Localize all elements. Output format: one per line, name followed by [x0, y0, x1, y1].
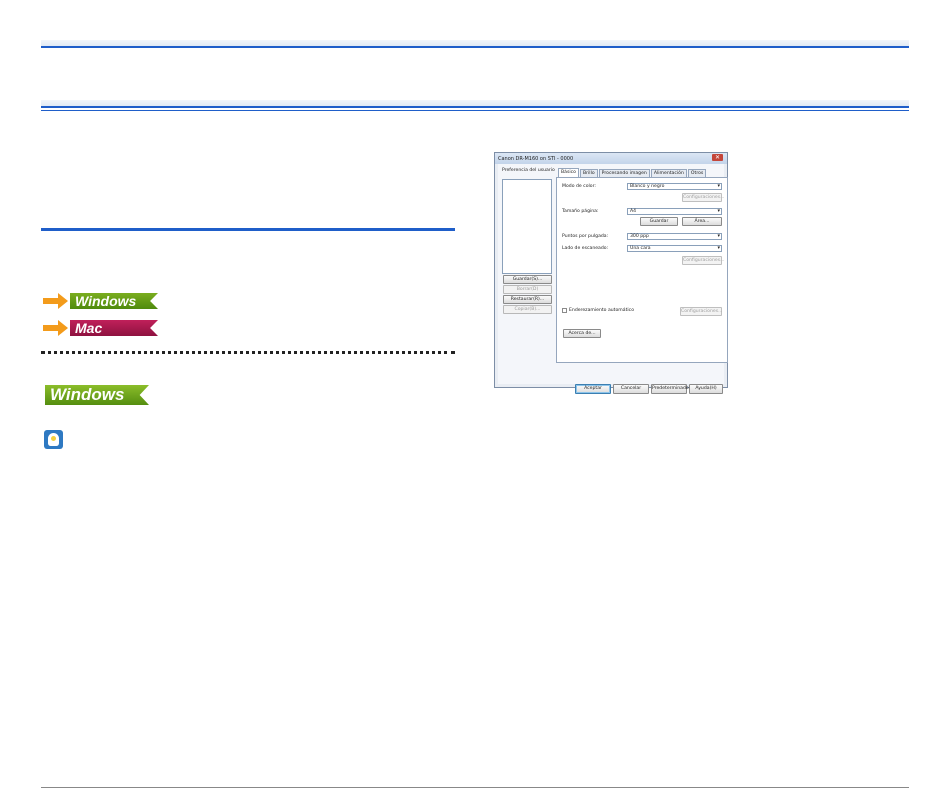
deskew-checkbox[interactable]: [562, 308, 567, 313]
mac-link[interactable]: Mac: [43, 320, 158, 336]
dialog-titlebar: Canon DR-M160 on STI - 0000: [495, 153, 727, 164]
basic-tab-panel: Modo de color: Blanco y negro Configurac…: [556, 177, 728, 363]
preferences-label: Preferencia del usuario: [502, 168, 555, 173]
windows-link[interactable]: Windows: [43, 293, 158, 309]
deskew-label: Enderezamiento automático: [569, 308, 634, 313]
save-preference-button[interactable]: Guardar(S)...: [503, 275, 552, 284]
color-settings-button[interactable]: Configuraciones...: [682, 193, 724, 202]
section-rule: [41, 228, 455, 231]
tab-image-processing[interactable]: Procesando imagen: [598, 169, 650, 177]
ok-button[interactable]: Aceptar: [575, 384, 611, 394]
arrow-right-icon: [43, 293, 69, 309]
tab-bar: Básico Brillo Procesando imagen Alimenta…: [558, 168, 707, 177]
tab-others[interactable]: Otros: [687, 169, 707, 177]
deskew-settings-button[interactable]: Configuraciones...: [680, 307, 722, 316]
cancel-button[interactable]: Cancelar: [613, 384, 649, 394]
title-rule: [41, 106, 909, 108]
dashed-divider: [41, 351, 455, 354]
mac-badge: Mac: [70, 320, 158, 336]
tab-feeding[interactable]: Alimentación: [650, 169, 687, 177]
scan-side-select[interactable]: Una cara: [627, 245, 722, 252]
copy-preference-button[interactable]: Copiar(B)...: [503, 305, 552, 314]
hint-bulb-icon: [44, 430, 63, 449]
delete-preference-button[interactable]: Borrar(D): [503, 285, 552, 294]
color-mode-select[interactable]: Blanco y negro: [627, 183, 722, 190]
scanner-settings-dialog: Canon DR-M160 on STI - 0000 ✕ Preferenci…: [494, 152, 728, 394]
close-icon[interactable]: ✕: [712, 154, 723, 161]
default-button[interactable]: Predeterminado: [651, 384, 689, 394]
save-page-size-button[interactable]: Guardar: [640, 217, 678, 226]
title-rule-thin: [41, 110, 909, 111]
dialog-body: Preferencia del usuario Guardar(S)... Bo…: [498, 164, 728, 394]
arrow-right-icon: [43, 320, 69, 336]
color-mode-label: Modo de color:: [562, 184, 596, 189]
header-rule: [41, 46, 909, 48]
page-size-select[interactable]: A4: [627, 208, 722, 215]
tab-basic[interactable]: Básico: [558, 168, 579, 177]
scan-side-label: Lado de escaneado:: [562, 246, 609, 251]
windows-section-badge: Windows: [45, 385, 149, 405]
area-button[interactable]: Área...: [682, 217, 722, 226]
about-button[interactable]: Acerca de...: [563, 329, 601, 338]
dialog-title: Canon DR-M160 on STI - 0000: [498, 155, 574, 162]
preferences-list[interactable]: [502, 179, 552, 274]
windows-badge: Windows: [70, 293, 158, 309]
dpi-select[interactable]: 300 ppp: [627, 233, 722, 240]
page-size-label: Tamaño página:: [562, 209, 599, 214]
footer-rule: [41, 787, 909, 788]
tab-brightness[interactable]: Brillo: [579, 169, 598, 177]
restore-preference-button[interactable]: Restaurar(R)...: [503, 295, 552, 304]
dpi-label: Puntos por pulgada:: [562, 234, 609, 239]
help-button[interactable]: Ayuda(H): [689, 384, 723, 394]
scan-side-settings-button[interactable]: Configuraciones...: [682, 256, 724, 265]
